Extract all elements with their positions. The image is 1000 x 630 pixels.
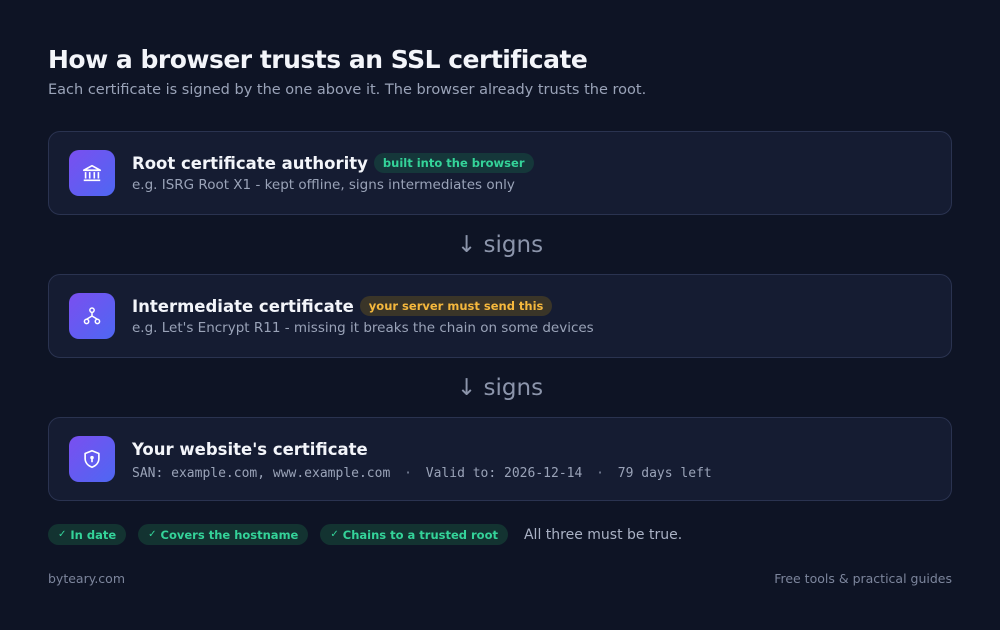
checks-note: All three must be true. <box>523 526 683 543</box>
shield-lock-icon <box>69 436 115 482</box>
website-days-left: 79 days left <box>617 466 712 481</box>
intermediate-detail: e.g. Let's Encrypt R11 - missing it brea… <box>132 320 594 336</box>
check-pill-label: Chains to a trusted root <box>342 527 498 542</box>
hierarchy-nodes-icon <box>69 293 115 339</box>
footer-tagline: Free tools & practical guides <box>774 571 952 586</box>
intermediate-heading: Intermediate certificate <box>132 296 354 316</box>
website-valid-to: Valid to: 2026-12-14 <box>425 466 583 481</box>
requirement-checks: ✓ In date ✓ Covers the hostname ✓ Chains… <box>48 524 682 545</box>
diagram-page: How a browser trusts an SSL certificate … <box>48 44 952 586</box>
page-title: How a browser trusts an SSL certificate <box>48 45 588 74</box>
check-pill-label: In date <box>70 527 117 542</box>
website-card: Your website's certificate SAN: example.… <box>48 417 952 501</box>
signs-connector-2: ↓ signs <box>456 375 544 401</box>
root-ca-card: Root certificate authority built into th… <box>48 131 952 215</box>
root-ca-badge: built into the browser <box>373 153 534 173</box>
check-icon: ✓ <box>58 529 67 540</box>
signs-connector-1: ↓ signs <box>456 232 544 258</box>
website-heading: Your website's certificate <box>132 439 368 459</box>
page-subtitle: Each certificate is signed by the one ab… <box>48 82 647 98</box>
root-ca-detail: e.g. ISRG Root X1 - kept offline, signs … <box>132 177 515 193</box>
check-pill-in-date: ✓ In date <box>48 524 127 545</box>
intermediate-badge: your server must send this <box>359 296 553 316</box>
separator-dot: · <box>596 466 604 481</box>
separator-dot: · <box>404 466 412 481</box>
footer: byteary.com Free tools & practical guide… <box>48 571 952 586</box>
check-pill-label: Covers the hostname <box>160 527 299 542</box>
website-detail: SAN: example.com, www.example.com · Vali… <box>132 466 931 481</box>
root-ca-heading: Root certificate authority <box>132 153 368 173</box>
check-icon: ✓ <box>330 529 339 540</box>
check-pill-trusted-root: ✓ Chains to a trusted root <box>320 524 508 545</box>
website-san: SAN: example.com, www.example.com <box>132 466 391 481</box>
bank-building-icon <box>69 150 115 196</box>
check-icon: ✓ <box>148 529 157 540</box>
check-pill-hostname: ✓ Covers the hostname <box>138 524 309 545</box>
intermediate-card: Intermediate certificate your server mus… <box>48 274 952 358</box>
footer-site: byteary.com <box>48 571 126 586</box>
